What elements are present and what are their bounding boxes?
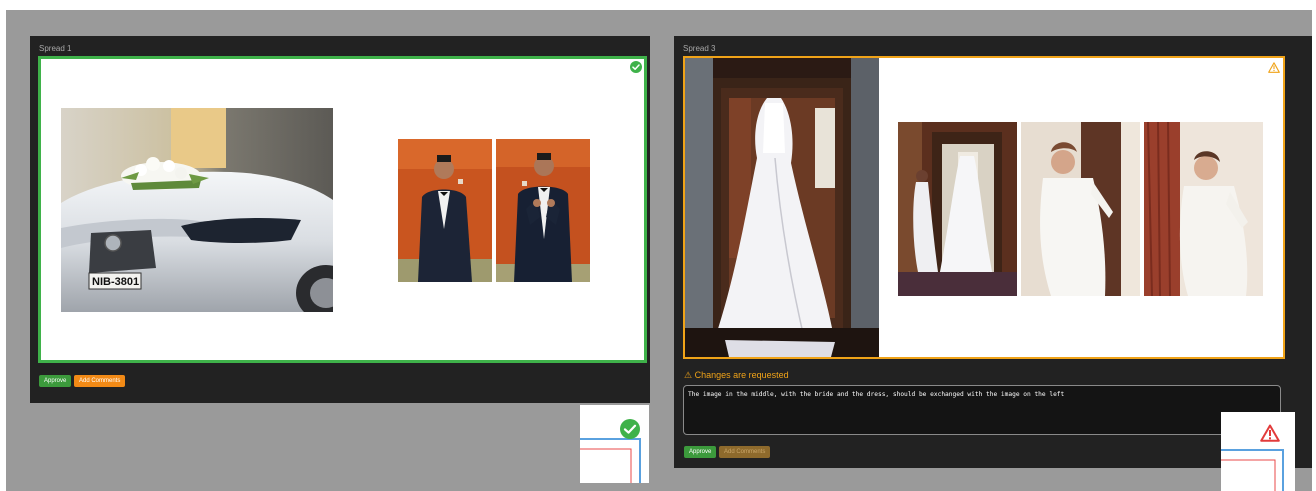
warning-triangle-icon bbox=[1268, 62, 1280, 73]
bride-mirror-photo[interactable] bbox=[898, 122, 1017, 296]
approve-button[interactable]: Approve bbox=[684, 446, 717, 458]
wedding-dress-photo[interactable] bbox=[685, 58, 879, 357]
spread-1-frame[interactable]: NIB-3801 bbox=[38, 56, 647, 363]
add-comments-button[interactable]: Add Comments bbox=[719, 446, 771, 458]
spread-3-frame[interactable] bbox=[683, 56, 1285, 359]
car-photo[interactable]: NIB-3801 bbox=[61, 108, 333, 312]
groom-photo-1[interactable] bbox=[398, 139, 492, 282]
comment-textarea[interactable]: The image in the middle, with the bride … bbox=[683, 385, 1281, 435]
check-circle-icon bbox=[630, 61, 642, 73]
bride-dress-photo[interactable] bbox=[1021, 122, 1140, 296]
warning-triangle-icon bbox=[1260, 424, 1280, 442]
bride-curtain-photo[interactable] bbox=[1144, 122, 1263, 296]
approved-thumbnail[interactable] bbox=[580, 405, 649, 483]
check-circle-icon bbox=[620, 419, 640, 439]
spread-1-label: Spread 1 bbox=[39, 44, 72, 53]
add-comments-button[interactable]: Add Comments bbox=[74, 375, 126, 387]
changes-requested-text: ⚠ Changes are requested bbox=[684, 370, 789, 380]
spread-3-label: Spread 3 bbox=[683, 44, 716, 53]
spread-3-panel: Spread 3 ⚠ Changes are requested The ima… bbox=[674, 36, 1312, 468]
groom-photo-2[interactable] bbox=[496, 139, 590, 282]
svg-text:NIB-3801: NIB-3801 bbox=[92, 276, 139, 288]
approve-button[interactable]: Approve bbox=[39, 375, 72, 387]
warning-thumbnail[interactable] bbox=[1221, 412, 1295, 491]
spread-1-panel: Spread 1 NIB-3801 Approve Add Comments bbox=[30, 36, 650, 403]
